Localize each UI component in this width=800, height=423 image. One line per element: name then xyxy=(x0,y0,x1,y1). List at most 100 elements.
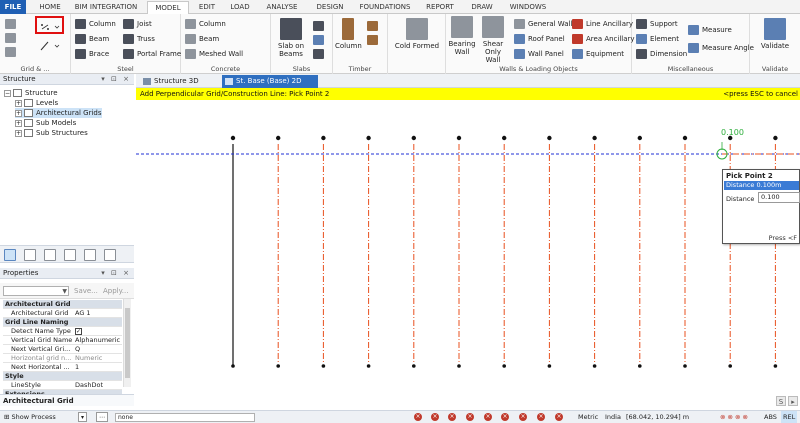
steel-column-button[interactable]: Column xyxy=(75,18,116,30)
flag-icon[interactable] xyxy=(104,249,116,261)
distance-input[interactable]: 0.100 xyxy=(758,192,800,203)
close-icon[interactable]: × xyxy=(414,413,422,421)
slab-on-beams-button[interactable]: Slab on Beams xyxy=(273,18,309,58)
grid-bubble-bottom[interactable] xyxy=(683,364,687,368)
show-process-toggle[interactable]: ⊞ Show Process xyxy=(4,411,56,423)
tab-draw[interactable]: DRAW xyxy=(466,1,498,14)
tab-bim-integration[interactable]: BIM INTEGRATION xyxy=(70,1,142,14)
tab-foundations[interactable]: FOUNDATIONS xyxy=(355,1,415,14)
collapse-icon[interactable]: − xyxy=(4,89,11,97)
timber-tool-1[interactable] xyxy=(367,20,381,32)
property-row[interactable]: Next Horizontal ... 1 xyxy=(3,363,122,372)
grid-bubble-top[interactable] xyxy=(321,135,326,141)
timber-tool-2[interactable] xyxy=(367,34,381,46)
concrete-column-button[interactable]: Column xyxy=(185,18,226,30)
command-input[interactable]: none xyxy=(115,413,255,422)
construction-tool-button[interactable] xyxy=(5,46,19,58)
close-icon[interactable]: × xyxy=(484,413,492,421)
region-indicator[interactable]: India xyxy=(605,411,621,423)
bearing-wall-button[interactable]: Bearing Wall xyxy=(448,16,476,56)
grid-bubble-top[interactable] xyxy=(592,135,597,141)
tab-model[interactable]: MODEL xyxy=(147,1,189,15)
property-value[interactable]: DashDot xyxy=(75,381,122,390)
expand-icon[interactable]: + xyxy=(15,99,22,107)
units-indicator[interactable]: Metric xyxy=(578,411,598,423)
close-icon[interactable]: × xyxy=(448,413,456,421)
grid-bubble-top[interactable] xyxy=(411,135,416,141)
grid-bubble-bottom[interactable] xyxy=(728,364,732,368)
tree-item-sub-models[interactable]: + Sub Models xyxy=(15,118,76,128)
tree-item-architectural-grids[interactable]: + Architectural Grids xyxy=(15,108,102,118)
property-row[interactable]: Next Vertical Gri... Q xyxy=(3,345,122,354)
tab-analyse[interactable]: ANALYSE xyxy=(260,1,304,14)
expand-icon[interactable]: + xyxy=(15,119,22,127)
cold-formed-button[interactable]: Cold Formed xyxy=(392,18,442,50)
grid-bubble-top[interactable] xyxy=(366,135,371,141)
pick-point-popup[interactable]: Pick Point 2 Distance 0.100m Distance 0.… xyxy=(722,169,800,244)
grid-bubble-bottom[interactable] xyxy=(638,364,642,368)
tab-windows[interactable]: WINDOWS xyxy=(504,1,552,14)
detect-name-checkbox[interactable]: ✓ xyxy=(75,328,82,335)
wall-panel-button[interactable]: Wall Panel xyxy=(514,48,564,60)
tab-design[interactable]: DESIGN xyxy=(310,1,350,14)
grid-bubble-top[interactable] xyxy=(547,135,552,141)
process-options-button[interactable]: ⋯ xyxy=(96,412,108,422)
globe-icon[interactable] xyxy=(24,249,36,261)
roof-panel-button[interactable]: Roof Panel xyxy=(514,33,565,45)
meshed-wall-button[interactable]: Meshed Wall xyxy=(185,48,243,60)
slab-tool-3[interactable] xyxy=(313,48,327,60)
snap-settings-button[interactable]: S xyxy=(776,396,786,406)
grid-bubble-bottom[interactable] xyxy=(412,364,416,368)
tree-item-structure[interactable]: − Structure xyxy=(4,88,58,98)
grid-drawing[interactable]: 0.100 xyxy=(136,100,800,394)
line-ancillary-button[interactable]: Line Ancillary xyxy=(572,18,633,30)
property-row[interactable]: Horizontal grid n... Numeric xyxy=(3,354,122,363)
equipment-button[interactable]: Equipment xyxy=(572,48,624,60)
grid-bubble-bottom[interactable] xyxy=(276,364,280,368)
grid-bubble-bottom[interactable] xyxy=(502,364,507,368)
grid-bubble-bottom[interactable] xyxy=(592,364,597,368)
tab-structure-3d[interactable]: Structure 3D xyxy=(140,75,220,88)
apply-button[interactable]: Apply... xyxy=(103,286,128,296)
concrete-beam-button[interactable]: Beam xyxy=(185,33,219,45)
grid-tool-button[interactable] xyxy=(5,32,19,44)
drawing-canvas[interactable]: 0.100 xyxy=(136,100,800,394)
close-icon[interactable]: × xyxy=(555,413,563,421)
tab-file[interactable]: FILE xyxy=(0,0,26,14)
steel-brace-button[interactable]: Brace xyxy=(75,48,109,60)
slab-tool-2[interactable] xyxy=(313,34,327,46)
status-icons[interactable]: ⊗ ⊗ ⊗ ⊗ xyxy=(720,411,748,423)
general-wall-button[interactable]: General Wall xyxy=(514,18,572,30)
tab-home[interactable]: HOME xyxy=(34,1,66,14)
close-icon[interactable]: × xyxy=(519,413,527,421)
property-category[interactable]: Grid Line Naming xyxy=(3,318,122,327)
close-icon[interactable]: × xyxy=(537,413,545,421)
expand-icon[interactable]: + xyxy=(15,109,22,117)
grid-bubble-top[interactable] xyxy=(682,135,688,141)
popup-selected-option[interactable]: Distance 0.100m xyxy=(724,181,799,190)
grid-bubble-bottom[interactable] xyxy=(321,364,326,368)
property-row[interactable]: LineStyle DashDot xyxy=(3,381,122,390)
pane-controls[interactable]: ▾ ⊡ × xyxy=(101,74,131,85)
tree-item-levels[interactable]: + Levels xyxy=(15,98,58,108)
truss-button[interactable]: Truss xyxy=(123,33,155,45)
property-row[interactable]: Detect Name Type ✓ xyxy=(3,327,122,336)
expand-icon[interactable]: + xyxy=(15,129,22,137)
support-button[interactable]: Support xyxy=(636,18,678,30)
grid-bubble-bottom[interactable] xyxy=(547,364,552,368)
grid-bubble-top[interactable] xyxy=(773,135,778,141)
measure-button[interactable]: Measure xyxy=(688,24,732,36)
property-value[interactable]: Alphanumeric xyxy=(75,336,122,345)
rel-toggle[interactable]: REL xyxy=(781,411,798,423)
validate-button[interactable]: Validate xyxy=(755,18,795,50)
property-value[interactable]: AG 1 xyxy=(75,309,122,318)
grid-bubble-bottom[interactable] xyxy=(457,364,461,368)
save-button[interactable]: Save... xyxy=(74,286,98,296)
shear-only-wall-button[interactable]: Shear Only Wall xyxy=(478,16,508,64)
axes-icon[interactable] xyxy=(44,249,56,261)
grid-bubble-top[interactable] xyxy=(276,135,281,141)
tab-report[interactable]: REPORT xyxy=(420,1,460,14)
property-row[interactable]: Vertical Grid Name Alphanumeric xyxy=(3,336,122,345)
grid-bubble-bottom[interactable] xyxy=(773,364,778,368)
tab-load[interactable]: LOAD xyxy=(225,1,255,14)
